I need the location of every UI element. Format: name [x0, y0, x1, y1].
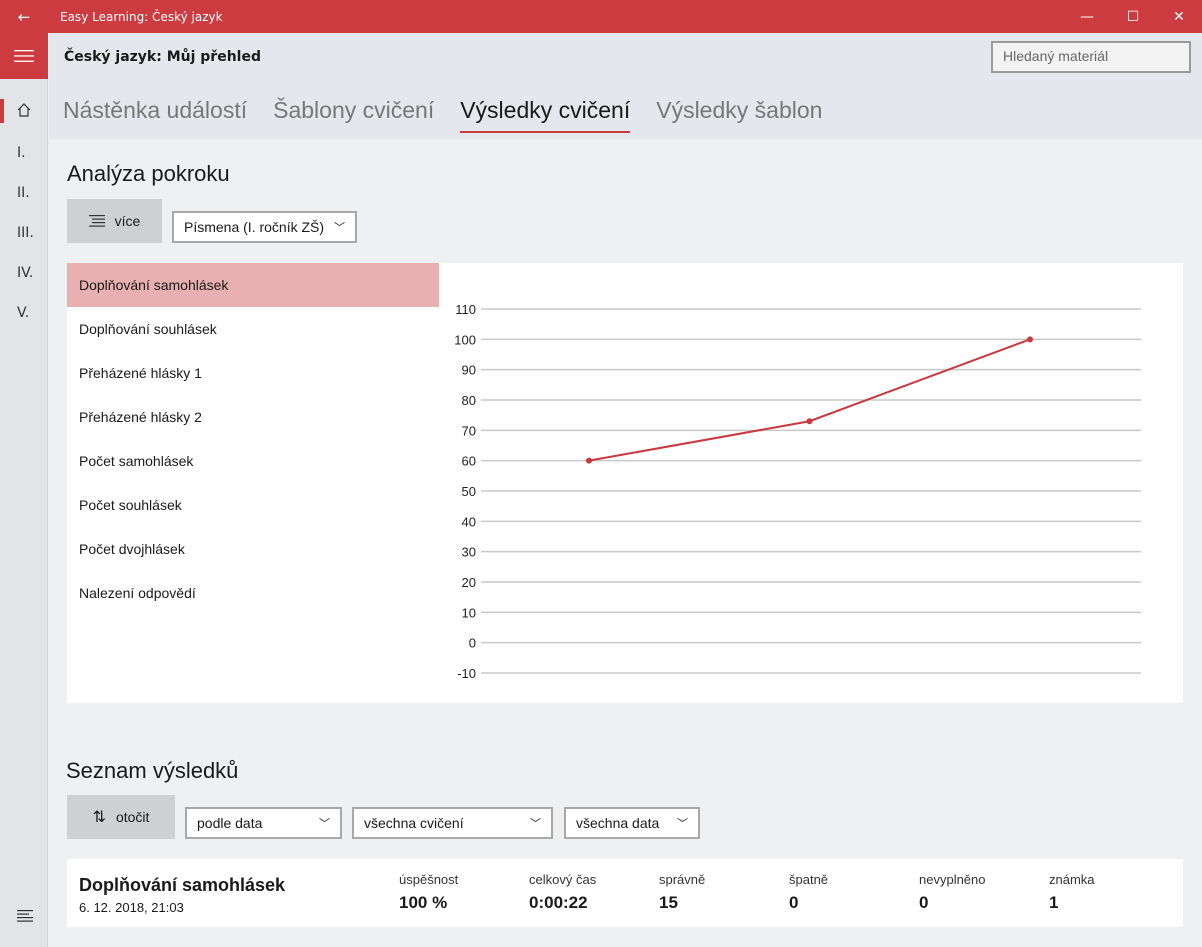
progress-chart: 1101009080706050403020100-10 [454, 302, 1141, 681]
tab-sablony[interactable]: Šablony cvičení [273, 97, 434, 124]
stat-value: 0:00:22 [529, 893, 588, 912]
tab-vysledky-sablon[interactable]: Výsledky šablon [656, 97, 822, 124]
stat-label: správně [659, 872, 706, 887]
exercise-list: Doplňování samohlásek Doplňování souhláse… [67, 263, 439, 615]
home-icon [17, 103, 31, 117]
nav-item-3[interactable]: III. [17, 225, 34, 241]
sort-select[interactable]: podle data ﹀ [185, 807, 342, 839]
stat-label: celkový čas [529, 872, 597, 887]
list-menu-button[interactable] [17, 908, 33, 927]
exercise-list-item[interactable]: Počet samohlásek [67, 439, 439, 483]
page-title: Český jazyk: Můj přehled [64, 49, 261, 65]
page-header: Český jazyk: Můj přehled Hledaný materiá… [49, 33, 1202, 139]
stat-unfilled: nevyplněno 0 [919, 872, 986, 913]
exercise-list-item[interactable]: Přeházené hlásky 2 [67, 395, 439, 439]
arrow-left-icon: ← [17, 7, 31, 26]
y-tick-label: -10 [457, 666, 476, 681]
sort-arrows-icon: ⇅ [92, 809, 106, 826]
tab-nastenka[interactable]: Nástěnka událostí [63, 97, 247, 124]
exercise-list-item[interactable]: Počet dvojhlásek [67, 527, 439, 571]
hamburger-icon [14, 50, 34, 62]
nav-item-5[interactable]: V. [17, 305, 29, 321]
category-select-value: Písmena (I. ročník ZŠ) [184, 219, 325, 235]
nav-item-1[interactable]: I. [17, 145, 26, 161]
hamburger-menu-button[interactable] [0, 33, 48, 79]
stat-value: 15 [659, 893, 678, 912]
more-button-label: více [114, 213, 141, 229]
exercise-list-item[interactable]: Počet souhlásek [67, 483, 439, 527]
rotate-button-label: otočit [115, 809, 150, 825]
stat-wrong: špatně 0 [789, 872, 828, 913]
progress-panel: Doplňování samohlásek Doplňování souhláse… [67, 263, 1183, 703]
stat-label: známka [1049, 872, 1095, 887]
tab-vysledky-cviceni[interactable]: Výsledky cvičení [460, 97, 631, 133]
y-tick-label: 100 [454, 332, 476, 347]
result-card[interactable]: Doplňování samohlásek 6. 12. 2018, 21:03… [67, 859, 1183, 927]
chevron-down-icon: ﹀ [530, 818, 541, 830]
y-tick-label: 110 [455, 302, 476, 317]
y-tick-label: 40 [462, 514, 476, 529]
stat-value: 0 [919, 893, 929, 912]
list-icon [88, 215, 105, 227]
chevron-down-icon: ﹀ [334, 222, 345, 234]
result-title: Doplňování samohlásek [79, 875, 286, 895]
back-button[interactable]: ← [0, 0, 48, 33]
date-filter-value: všechna data [576, 815, 660, 831]
stat-label: nevyplněno [919, 872, 986, 887]
y-tick-label: 50 [462, 484, 476, 499]
y-tick-label: 70 [462, 423, 476, 438]
list-icon [17, 910, 33, 922]
y-tick-label: 30 [462, 545, 476, 560]
y-tick-label: 80 [462, 393, 476, 408]
close-button[interactable]: ✕ [1156, 0, 1202, 33]
window-title: Easy Learning: Český jazyk [60, 9, 223, 24]
y-tick-label: 90 [462, 363, 476, 378]
data-point[interactable] [586, 457, 592, 464]
exercise-list-item[interactable]: Doplňování samohlásek [67, 263, 439, 307]
more-button[interactable]: více [67, 199, 162, 243]
sort-select-value: podle data [197, 815, 263, 831]
stat-label: špatně [789, 872, 829, 887]
nav-home-button[interactable] [0, 95, 48, 125]
search-input[interactable]: Hledaný materiál [991, 41, 1191, 73]
title-bar: ← Easy Learning: Český jazyk — ☐ ✕ [0, 0, 1202, 33]
result-date: 6. 12. 2018, 21:03 [79, 900, 184, 915]
stat-total-time: celkový čas 0:00:22 [529, 872, 596, 913]
stat-value: 100 % [399, 893, 448, 912]
y-tick-label: 20 [462, 575, 476, 590]
nav-item-2[interactable]: II. [17, 185, 30, 201]
maximize-button[interactable]: ☐ [1110, 0, 1156, 33]
stat-grade: známka 1 [1049, 872, 1095, 913]
main-content: Analýza pokroku více Písmena (I. ročník … [49, 139, 1202, 947]
analysis-heading: Analýza pokroku [67, 161, 230, 186]
y-tick-label: 10 [462, 605, 476, 620]
chevron-down-icon: ﹀ [319, 818, 330, 830]
exercise-list-item[interactable]: Nalezení odpovědí [67, 571, 439, 615]
stat-label: úspěšnost [399, 872, 459, 887]
data-point[interactable] [806, 418, 813, 425]
exercise-filter-value: všechna cvičení [364, 815, 464, 831]
results-heading: Seznam výsledků [66, 758, 239, 783]
rotate-button[interactable]: ⇅ otočit [67, 795, 175, 839]
stat-value: 0 [789, 893, 799, 912]
category-select[interactable]: Písmena (I. ročník ZŠ) ﹀ [172, 211, 357, 243]
tab-bar: Nástěnka událostí Šablony cvičení Výsled… [63, 97, 848, 133]
stat-success: úspěšnost 100 % [399, 872, 458, 913]
minimize-button[interactable]: — [1064, 0, 1110, 33]
stat-value: 1 [1049, 893, 1059, 912]
exercise-list-item[interactable]: Doplňování souhlásek [67, 307, 439, 351]
exercise-list-item[interactable]: Přeházené hlásky 1 [67, 351, 439, 395]
y-tick-label: 0 [469, 636, 476, 651]
y-tick-label: 60 [462, 454, 476, 469]
navigation-rail: I. II. III. IV. V. [0, 33, 48, 947]
chevron-down-icon: ﹀ [677, 818, 688, 830]
data-point[interactable] [1027, 336, 1033, 343]
date-filter-select[interactable]: všechna data ﹀ [564, 807, 700, 839]
nav-item-4[interactable]: IV. [17, 265, 33, 281]
stat-correct: správně 15 [659, 872, 705, 913]
exercise-filter-select[interactable]: všechna cvičení ﹀ [352, 807, 553, 839]
